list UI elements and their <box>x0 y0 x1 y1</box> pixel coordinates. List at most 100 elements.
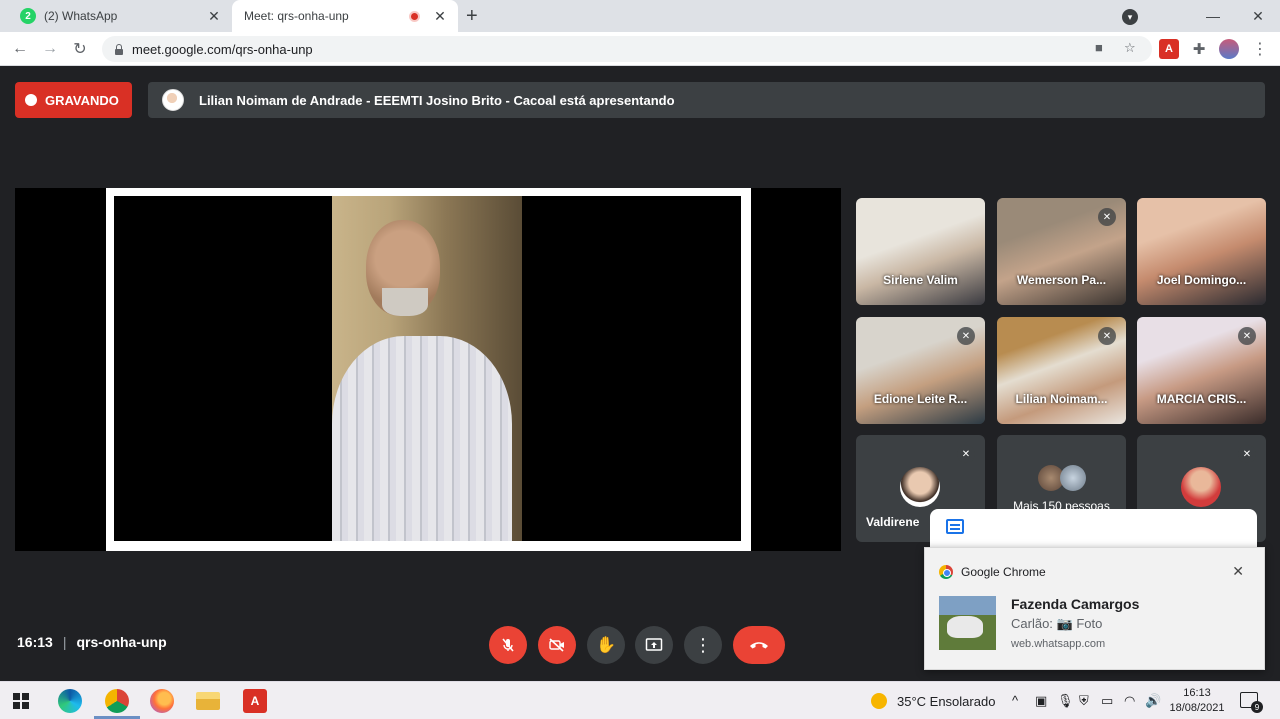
participant-name: Lilian Noimam... <box>1015 392 1108 406</box>
notification-count-badge: 9 <box>1251 701 1263 713</box>
reload-icon[interactable]: ↻ <box>69 38 91 60</box>
present-screen-button[interactable] <box>635 626 673 664</box>
participant-tile[interactable]: Sirlene Valim <box>856 198 985 305</box>
browser-menu-icon[interactable]: ⋮ <box>1250 39 1270 59</box>
participant-name: MARCIA CRIS... <box>1156 392 1247 406</box>
separator: | <box>62 634 67 650</box>
microphone-tray-icon[interactable]: 🎙 <box>1057 693 1074 709</box>
participant-name: Joel Domingo... <box>1156 273 1247 287</box>
profile-avatar[interactable] <box>1219 39 1239 59</box>
windows-taskbar: A 35°C Ensolarado ^ ▣ 🎙 ⛨ ▭ ◠ 🔊 16:13 18… <box>0 681 1280 719</box>
notification-header: Google Chrome <box>939 565 1046 579</box>
recording-indicator-icon <box>409 10 420 22</box>
acrobat-extension-icon[interactable]: A <box>1159 39 1179 59</box>
sun-icon <box>871 693 887 709</box>
browser-toolbar: ← → ↻ meet.google.com/qrs-onha-unp ■ ☆ A… <box>0 32 1280 66</box>
participant-avatar <box>1181 467 1221 507</box>
participant-tile[interactable]: ✕ Wemerson Pa... <box>997 198 1126 305</box>
security-shield-icon[interactable]: ⛨ <box>1079 693 1089 709</box>
more-vert-icon: ⋮ <box>694 634 712 655</box>
tab-label: (2) WhatsApp <box>44 9 118 23</box>
mic-off-icon: ✕ <box>957 445 975 463</box>
tray-overflow-chevron-icon[interactable]: ^ <box>1012 693 1018 708</box>
system-clock[interactable]: 16:13 18/08/2021 <box>1168 686 1226 716</box>
notification-app-name: Google Chrome <box>961 565 1046 579</box>
leave-call-button[interactable] <box>733 626 785 664</box>
maximize-button[interactable] <box>1194 0 1236 32</box>
participant-name: Wemerson Pa... <box>1016 273 1107 287</box>
notification-message: Carlão: 📷 Foto <box>1011 616 1103 631</box>
action-center-icon[interactable]: 9 <box>1240 692 1263 713</box>
tab-search-icon[interactable]: ▾ <box>1122 9 1138 25</box>
recording-label: GRAVANDO <box>45 92 119 108</box>
browser-tab-strip: 2 (2) WhatsApp ✕ Meet: qrs-onha-unp ✕ + … <box>0 0 1280 82</box>
volume-icon[interactable]: 🔊 <box>1145 693 1161 709</box>
raise-hand-button[interactable]: ✋ <box>587 626 625 664</box>
meeting-code[interactable]: qrs-onha-unp <box>76 634 166 650</box>
tab-close-icon[interactable]: ✕ <box>430 8 450 25</box>
camera-off-icon <box>549 638 564 652</box>
participant-tile[interactable]: ✕ Lilian Noimam... <box>997 317 1126 424</box>
hand-icon: ✋ <box>596 637 616 654</box>
presenting-banner: Lilian Noimam de Andrade - EEEMTI Josino… <box>148 82 1265 118</box>
participant-avatar <box>1060 465 1086 491</box>
presentation-content <box>114 196 741 541</box>
address-text: meet.google.com/qrs-onha-unp <box>132 41 313 57</box>
google-chrome-icon <box>939 565 953 579</box>
weather-widget[interactable]: 35°C Ensolarado <box>871 693 995 709</box>
clock-time: 16:13 <box>1183 687 1211 699</box>
back-arrow-icon[interactable]: ← <box>9 38 31 60</box>
camera-icon[interactable]: ■ <box>1095 40 1103 55</box>
file-explorer-icon[interactable] <box>196 692 220 710</box>
notification-thumbnail <box>939 596 996 650</box>
recording-badge[interactable]: GRAVANDO <box>15 82 132 118</box>
participant-tile[interactable]: ✕ Edione Leite R... <box>856 317 985 424</box>
recording-dot-icon <box>25 94 37 106</box>
microphone-off-button[interactable] <box>489 626 527 664</box>
bookmark-star-icon[interactable]: ☆ <box>1124 40 1136 56</box>
windows-start-icon[interactable] <box>12 692 30 710</box>
mic-off-icon: ✕ <box>1238 445 1256 463</box>
camera-off-button[interactable] <box>538 626 576 664</box>
presentation-stage <box>15 188 841 551</box>
tab-close-icon[interactable]: ✕ <box>204 8 224 25</box>
mic-off-icon: ✕ <box>1098 208 1116 226</box>
notification-close-icon[interactable]: ✕ <box>1232 563 1244 580</box>
mic-off-icon: ✕ <box>957 327 975 345</box>
chrome-browser-icon[interactable] <box>105 689 129 713</box>
tab-whatsapp[interactable]: 2 (2) WhatsApp ✕ <box>8 0 232 32</box>
chrome-notification[interactable]: Google Chrome ✕ Fazenda Camargos Carlão:… <box>924 547 1265 670</box>
mic-off-icon: ✕ <box>1098 327 1116 345</box>
presentation-frame <box>106 188 751 551</box>
mic-off-icon: ✕ <box>1238 327 1256 345</box>
edge-browser-icon[interactable] <box>58 689 82 713</box>
acrobat-reader-icon[interactable]: A <box>243 689 267 713</box>
battery-icon[interactable]: ▭ <box>1101 693 1113 709</box>
participant-tile[interactable]: Joel Domingo... <box>1137 198 1266 305</box>
tab-label: Meet: qrs-onha-unp <box>244 9 349 23</box>
tab-meet[interactable]: Meet: qrs-onha-unp ✕ <box>232 0 458 82</box>
mic-off-icon <box>502 638 514 652</box>
weather-text: 35°C Ensolarado <box>897 693 996 709</box>
participant-avatar <box>900 467 940 507</box>
participant-name: Edione Leite R... <box>873 392 968 406</box>
wifi-icon[interactable]: ◠ <box>1124 693 1135 709</box>
notification-title: Fazenda Camargos <box>1011 596 1140 612</box>
participant-tile[interactable]: ✕ MARCIA CRIS... <box>1137 317 1266 424</box>
chat-icon <box>946 519 964 534</box>
address-bar[interactable]: meet.google.com/qrs-onha-unp <box>102 36 1152 62</box>
hang-up-icon <box>750 642 768 649</box>
presenting-text: Lilian Noimam de Andrade - EEEMTI Josino… <box>199 92 675 108</box>
participant-name: Valdirene <box>866 515 920 529</box>
presenter-video <box>332 196 522 541</box>
firefox-icon[interactable] <box>150 689 174 713</box>
presenter-avatar <box>162 89 184 111</box>
more-options-button[interactable]: ⋮ <box>684 626 722 664</box>
forward-arrow-icon[interactable]: → <box>39 38 61 60</box>
extensions-puzzle-icon[interactable]: ✚ <box>1189 39 1209 59</box>
meeting-details: 16:13 | qrs-onha-unp <box>17 634 167 650</box>
meet-tray-icon[interactable]: ▣ <box>1035 693 1047 709</box>
close-window-button[interactable]: ✕ <box>1237 0 1279 32</box>
meeting-time: 16:13 <box>17 634 53 650</box>
new-tab-button[interactable]: + <box>466 5 478 28</box>
